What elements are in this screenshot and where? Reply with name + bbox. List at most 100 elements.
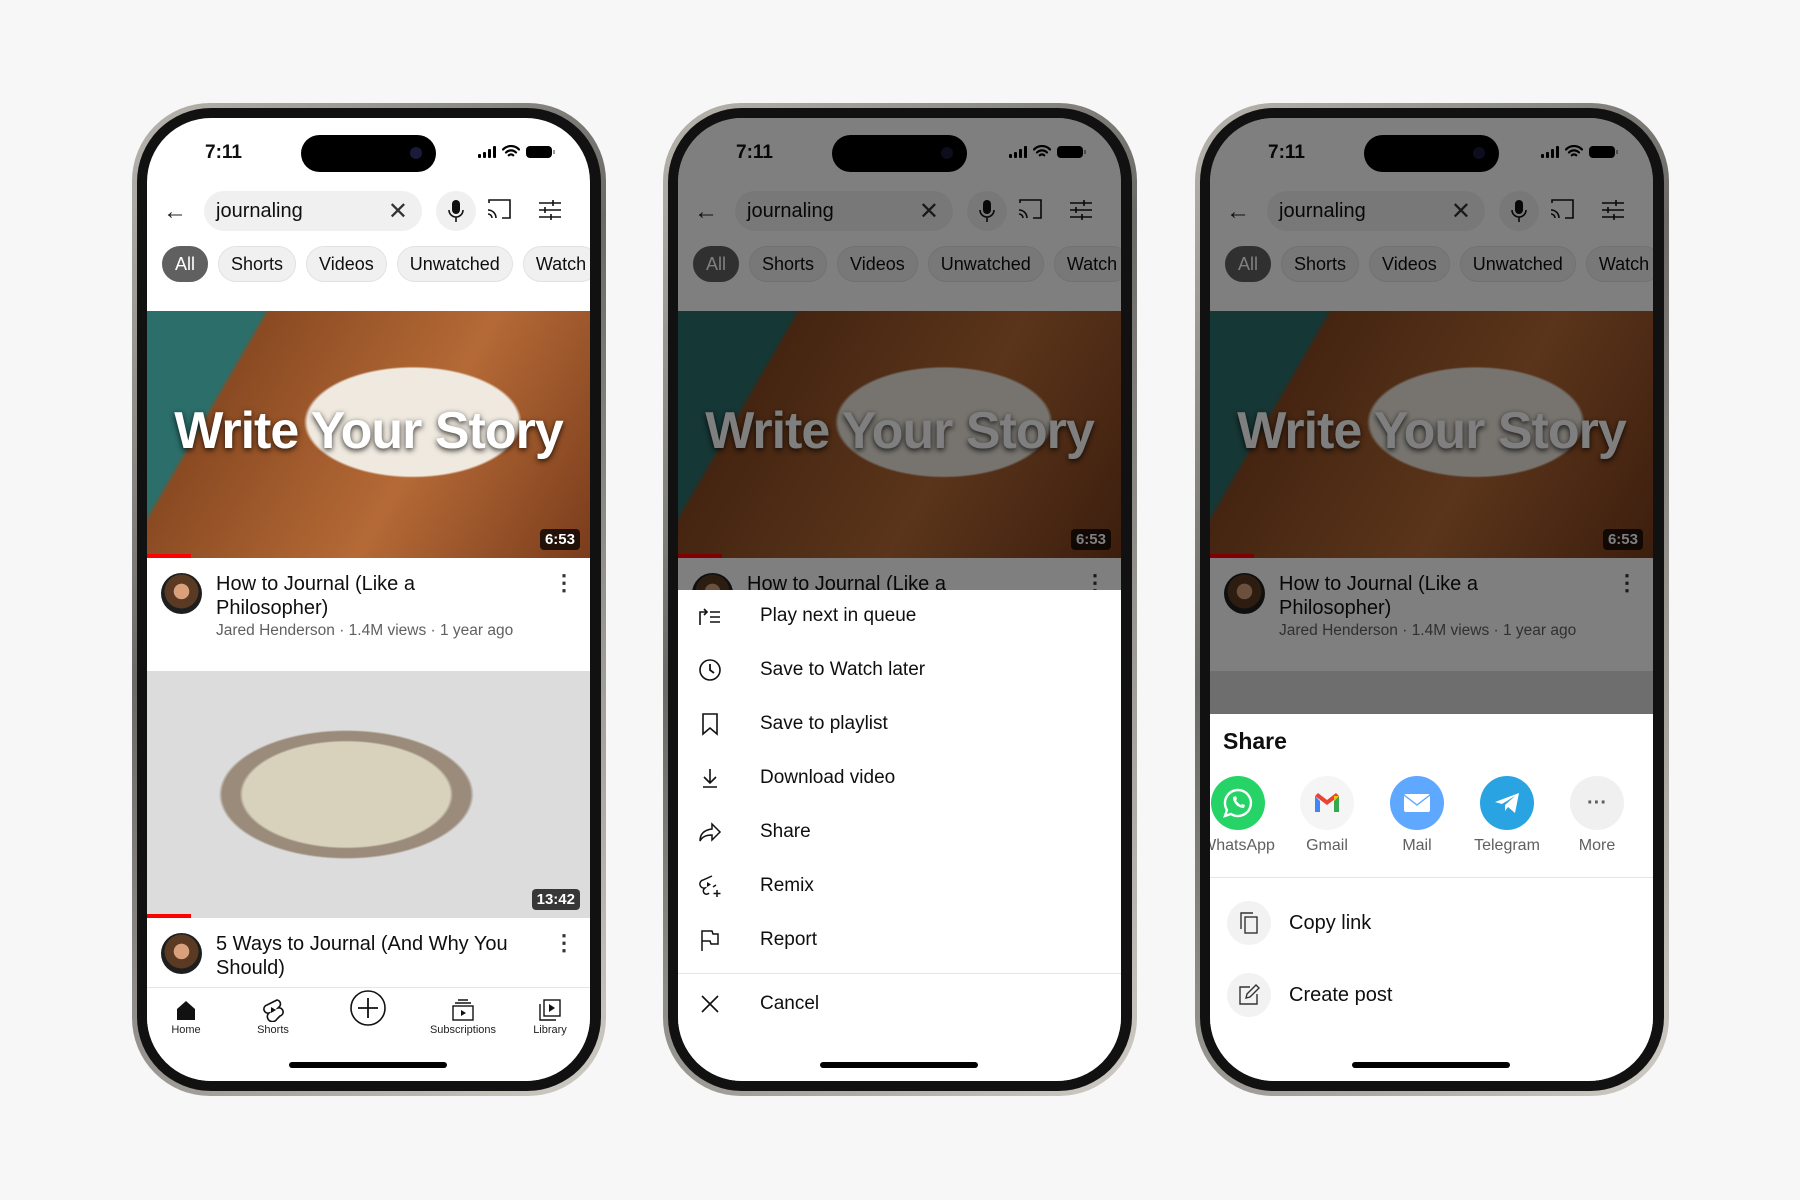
app-label: Telegram bbox=[1474, 837, 1540, 854]
menu-save-playlist[interactable]: Save to playlist bbox=[678, 697, 1121, 751]
share-arrow-icon bbox=[678, 821, 760, 843]
video-thumbnail[interactable]: Write Your Story 6:53 bbox=[147, 311, 590, 558]
home-icon bbox=[147, 996, 231, 1024]
menu-item-label: Report bbox=[760, 929, 818, 950]
chip-all[interactable]: All bbox=[162, 246, 209, 282]
close-icon bbox=[678, 994, 760, 1014]
battery-icon bbox=[526, 145, 555, 158]
shorts-icon bbox=[228, 996, 318, 1024]
menu-item-label: Save to playlist bbox=[760, 713, 888, 734]
video-title[interactable]: How to Journal (Like a Philosopher) bbox=[216, 572, 526, 620]
more-dots-icon: ··· bbox=[1570, 776, 1624, 830]
home-indicator[interactable] bbox=[289, 1062, 447, 1068]
library-icon bbox=[505, 996, 590, 1024]
subscriptions-icon bbox=[418, 996, 508, 1024]
watch-progress-bar bbox=[147, 914, 192, 918]
menu-item-label: Share bbox=[760, 821, 811, 842]
chip-unwatched[interactable]: Unwatched bbox=[396, 246, 513, 282]
clock-icon bbox=[678, 658, 760, 682]
menu-remix[interactable]: Remix bbox=[678, 859, 1121, 913]
channel-avatar[interactable] bbox=[161, 573, 202, 614]
nav-shorts[interactable]: Shorts bbox=[228, 996, 318, 1036]
nav-library-label: Library bbox=[533, 1024, 567, 1036]
video-options-sheet: Play next in queue Save to Watch later S… bbox=[678, 590, 1121, 1081]
dynamic-island bbox=[301, 135, 436, 172]
search-query: journaling bbox=[216, 200, 303, 222]
copy-link-button[interactable]: Copy link bbox=[1210, 893, 1653, 953]
download-icon bbox=[678, 767, 760, 789]
flag-icon bbox=[678, 928, 760, 952]
video-thumbnail[interactable]: 13:42 bbox=[147, 671, 590, 918]
more-options-icon[interactable]: ⋮ bbox=[553, 930, 575, 956]
create-button[interactable] bbox=[323, 990, 413, 1026]
phone-search-results: 7:11 ← journaling ✕ All Shorts Videos Un… bbox=[132, 103, 606, 1096]
copy-link-label: Copy link bbox=[1289, 911, 1372, 934]
menu-cancel[interactable]: Cancel bbox=[678, 977, 1121, 1031]
filter-chips: All Shorts Videos Unwatched Watch bbox=[162, 246, 590, 282]
clear-search-icon[interactable]: ✕ bbox=[388, 197, 408, 226]
app-label: WhatsApp bbox=[1210, 837, 1275, 854]
divider bbox=[678, 973, 1121, 974]
thumbnail-title-text: Write Your Story bbox=[174, 402, 564, 460]
share-whatsapp[interactable]: WhatsApp bbox=[1210, 776, 1278, 855]
gmail-icon bbox=[1300, 776, 1354, 830]
channel-avatar[interactable] bbox=[161, 933, 202, 974]
menu-item-label: Play next in queue bbox=[760, 605, 917, 626]
chip-videos[interactable]: Videos bbox=[306, 246, 387, 282]
share-gmail[interactable]: Gmail bbox=[1287, 776, 1367, 855]
wifi-icon bbox=[502, 145, 520, 157]
plus-circle-icon bbox=[323, 990, 413, 1026]
create-post-label: Create post bbox=[1289, 983, 1393, 1006]
video-title[interactable]: 5 Ways to Journal (And Why You Should) bbox=[216, 932, 526, 980]
chip-shorts[interactable]: Shorts bbox=[218, 246, 297, 282]
nav-home-label: Home bbox=[171, 1024, 201, 1036]
status-icons bbox=[478, 145, 555, 158]
duration-badge: 13:42 bbox=[531, 889, 580, 910]
share-mail[interactable]: Mail bbox=[1377, 776, 1457, 855]
nav-subscriptions[interactable]: Subscriptions bbox=[418, 996, 508, 1036]
telegram-icon bbox=[1480, 776, 1534, 830]
app-label: More bbox=[1578, 837, 1616, 854]
remix-icon bbox=[678, 874, 760, 898]
home-indicator[interactable] bbox=[1352, 1062, 1510, 1068]
filter-icon[interactable] bbox=[538, 199, 562, 221]
menu-share[interactable]: Share bbox=[678, 805, 1121, 859]
menu-item-label: Save to Watch later bbox=[760, 659, 926, 680]
menu-item-label: Download video bbox=[760, 767, 896, 788]
screen: 7:11 ← journaling ✕ All Shorts Videos Un… bbox=[678, 118, 1121, 1081]
app-label: Gmail bbox=[1306, 837, 1348, 854]
menu-play-next[interactable]: Play next in queue bbox=[678, 589, 1121, 643]
duration-badge: 6:53 bbox=[539, 529, 580, 550]
edit-post-icon bbox=[1227, 973, 1271, 1017]
menu-download[interactable]: Download video bbox=[678, 751, 1121, 805]
copy-icon bbox=[1227, 901, 1271, 945]
nav-subscriptions-label: Subscriptions bbox=[429, 1024, 497, 1036]
nav-home[interactable]: Home bbox=[147, 996, 231, 1036]
menu-report[interactable]: Report bbox=[678, 913, 1121, 967]
share-telegram[interactable]: Telegram bbox=[1467, 776, 1547, 855]
divider bbox=[1210, 877, 1653, 878]
more-options-icon[interactable]: ⋮ bbox=[553, 570, 575, 596]
status-time: 7:11 bbox=[205, 142, 242, 163]
mail-icon bbox=[1390, 776, 1444, 830]
nav-library[interactable]: Library bbox=[505, 996, 590, 1036]
create-post-button[interactable]: Create post bbox=[1210, 965, 1653, 1025]
bookmark-icon bbox=[678, 712, 760, 736]
video-meta: Jared Henderson · 1.4M views · 1 year ag… bbox=[216, 622, 514, 639]
cancel-label: Cancel bbox=[760, 993, 820, 1014]
menu-save-watch-later[interactable]: Save to Watch later bbox=[678, 643, 1121, 697]
cast-icon[interactable] bbox=[486, 198, 512, 220]
search-input[interactable]: journaling ✕ bbox=[204, 191, 422, 231]
share-sheet: Share WhatsApp Gmail Mail Telegram ··· Mo… bbox=[1210, 714, 1653, 1081]
menu-item-label: Remix bbox=[760, 875, 814, 896]
microphone-icon[interactable] bbox=[436, 191, 476, 231]
phone-options-menu: 7:11 ← journaling ✕ All Shorts Videos Un… bbox=[663, 103, 1137, 1096]
share-title: Share bbox=[1223, 728, 1287, 754]
watch-progress-bar bbox=[147, 554, 192, 558]
chip-watched[interactable]: Watch bbox=[522, 246, 590, 282]
home-indicator[interactable] bbox=[820, 1062, 978, 1068]
share-more[interactable]: ··· More bbox=[1557, 776, 1637, 855]
back-arrow-icon[interactable]: ← bbox=[163, 198, 187, 226]
play-next-queue-icon bbox=[678, 606, 760, 626]
nav-shorts-label: Shorts bbox=[257, 1024, 289, 1036]
